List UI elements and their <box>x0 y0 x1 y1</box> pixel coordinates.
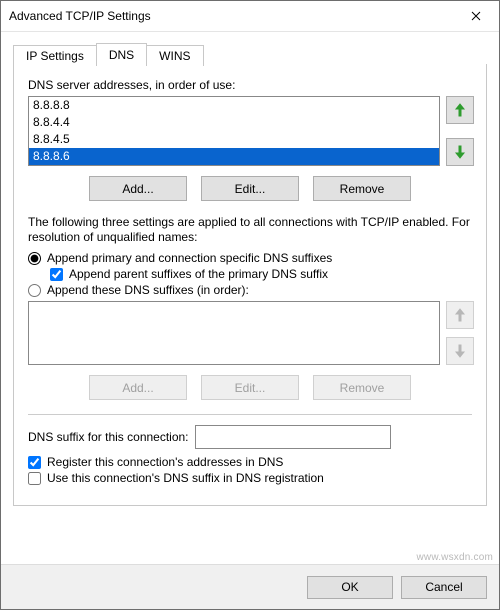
cancel-button[interactable]: Cancel <box>401 576 487 599</box>
suffix-remove-button: Remove <box>313 375 411 400</box>
check-append-parent-label: Append parent suffixes of the primary DN… <box>69 267 328 281</box>
radio-append-primary-label: Append primary and connection specific D… <box>47 251 332 265</box>
conn-suffix-label: DNS suffix for this connection: <box>28 430 189 444</box>
ok-button[interactable]: OK <box>307 576 393 599</box>
edit-button[interactable]: Edit... <box>201 176 299 201</box>
check-append-parent-input[interactable] <box>50 268 63 281</box>
suffix-list-group <box>28 301 472 365</box>
dns-list-buttons: Add... Edit... Remove <box>28 176 472 201</box>
suffix-list[interactable] <box>28 301 440 365</box>
check-register-dns-label: Register this connection's addresses in … <box>47 455 283 469</box>
close-button[interactable] <box>453 1 499 31</box>
tab-panel-dns: DNS server addresses, in order of use: 8… <box>13 64 487 506</box>
radio-append-primary[interactable]: Append primary and connection specific D… <box>28 251 472 265</box>
suffix-buttons: Add... Edit... Remove <box>28 375 472 400</box>
radio-append-these-input[interactable] <box>28 284 41 297</box>
dns-reorder-buttons <box>446 96 472 166</box>
move-down-button[interactable] <box>446 138 474 166</box>
check-register-dns[interactable]: Register this connection's addresses in … <box>28 455 472 469</box>
check-use-suffix-label: Use this connection's DNS suffix in DNS … <box>47 471 324 485</box>
suffix-move-down-button <box>446 337 474 365</box>
dns-server-item[interactable]: 8.8.4.5 <box>29 131 439 148</box>
dns-server-item[interactable]: 8.8.8.6 <box>29 148 439 165</box>
tab-ip-settings[interactable]: IP Settings <box>13 45 97 66</box>
check-register-dns-input[interactable] <box>28 456 41 469</box>
titlebar: Advanced TCP/IP Settings <box>1 1 499 32</box>
add-button[interactable]: Add... <box>89 176 187 201</box>
conn-suffix-field: DNS suffix for this connection: <box>28 425 472 449</box>
tab-strip: IP Settings DNS WINS <box>13 42 487 65</box>
suffix-add-button: Add... <box>89 375 187 400</box>
remove-button[interactable]: Remove <box>313 176 411 201</box>
dialog-footer: OK Cancel <box>1 564 499 609</box>
conn-suffix-input[interactable] <box>195 425 391 449</box>
radio-append-these-label: Append these DNS suffixes (in order): <box>47 283 249 297</box>
radio-append-primary-input[interactable] <box>28 252 41 265</box>
arrow-up-icon <box>454 103 466 117</box>
check-append-parent[interactable]: Append parent suffixes of the primary DN… <box>50 267 472 281</box>
radio-append-these[interactable]: Append these DNS suffixes (in order): <box>28 283 472 297</box>
dns-list-label: DNS server addresses, in order of use: <box>28 78 472 92</box>
dns-list-group: 8.8.8.8 8.8.4.4 8.8.4.5 8.8.8.6 <box>28 96 472 166</box>
move-up-button[interactable] <box>446 96 474 124</box>
suffix-move-up-button <box>446 301 474 329</box>
arrow-down-icon <box>454 344 466 358</box>
dns-server-list[interactable]: 8.8.8.8 8.8.4.4 8.8.4.5 8.8.8.6 <box>28 96 440 166</box>
dialog-window: Advanced TCP/IP Settings IP Settings DNS… <box>0 0 500 610</box>
suffix-edit-button: Edit... <box>201 375 299 400</box>
tab-dns[interactable]: DNS <box>96 43 147 66</box>
client-area: IP Settings DNS WINS DNS server addresse… <box>1 32 499 506</box>
arrow-up-icon <box>454 308 466 322</box>
dns-server-item[interactable]: 8.8.8.8 <box>29 97 439 114</box>
divider <box>28 414 472 415</box>
watermark: www.wsxdn.com <box>416 552 493 563</box>
close-icon <box>471 11 481 21</box>
tab-wins[interactable]: WINS <box>146 45 203 66</box>
arrow-down-icon <box>454 145 466 159</box>
dns-explain-text: The following three settings are applied… <box>28 215 472 245</box>
check-use-suffix[interactable]: Use this connection's DNS suffix in DNS … <box>28 471 472 485</box>
dns-server-item[interactable]: 8.8.4.4 <box>29 114 439 131</box>
suffix-reorder-buttons <box>446 301 472 365</box>
check-use-suffix-input[interactable] <box>28 472 41 485</box>
window-title: Advanced TCP/IP Settings <box>9 9 453 23</box>
